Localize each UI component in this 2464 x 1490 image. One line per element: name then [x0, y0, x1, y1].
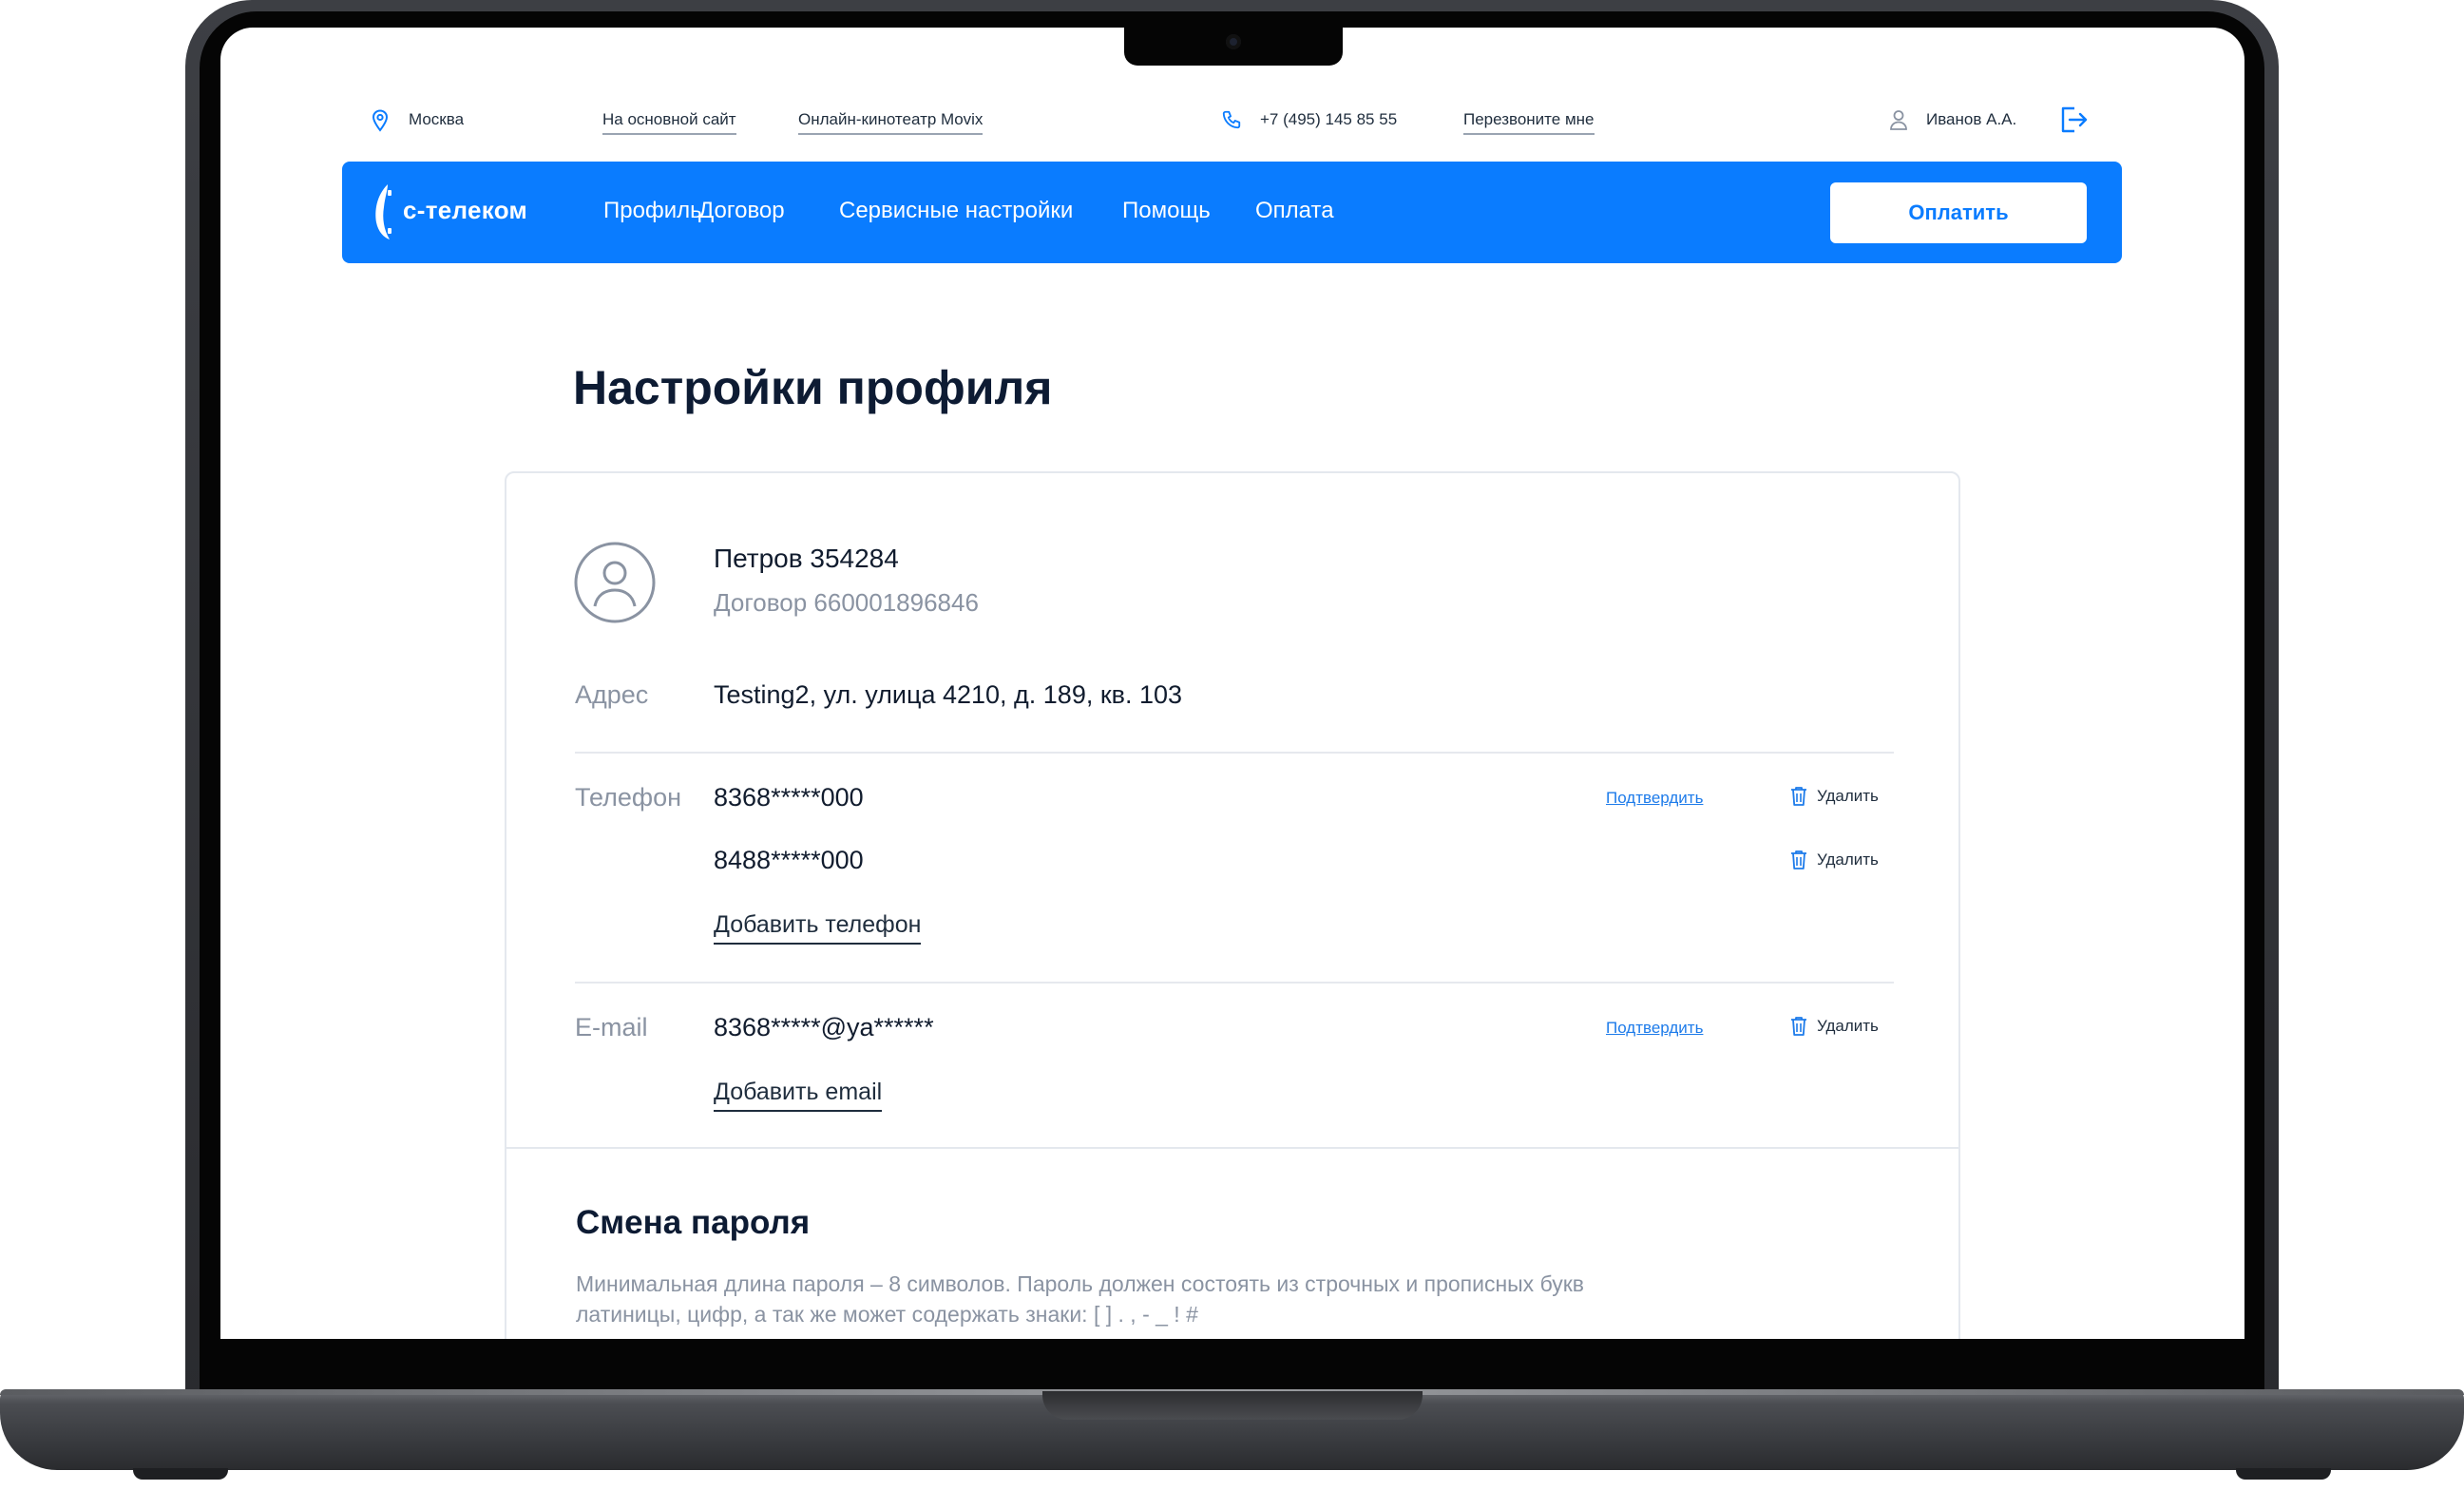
- phone-icon: [1222, 110, 1241, 129]
- trash-icon: [1791, 850, 1806, 869]
- logo-icon: [375, 184, 392, 239]
- divider: [575, 982, 1894, 984]
- divider: [575, 752, 1894, 754]
- delete-label: Удалить: [1817, 787, 1879, 805]
- address-value: Testing2, ул. улица 4210, д. 189, кв. 10…: [714, 680, 1183, 709]
- callback-link[interactable]: Перезвоните мне: [1463, 110, 1595, 135]
- laptop-foot-left: [133, 1468, 228, 1480]
- nav-payment[interactable]: Оплата: [1255, 198, 1334, 224]
- delete-email-button[interactable]: Удалить: [1790, 1016, 1879, 1037]
- main-navbar: с-телеком Профиль Договор Сервисные наст…: [342, 162, 2122, 263]
- user-name[interactable]: Иванов А.А.: [1926, 110, 2016, 129]
- add-phone-link[interactable]: Добавить телефон: [714, 911, 922, 945]
- delete-phone-button-2[interactable]: Удалить: [1790, 850, 1879, 870]
- password-requirements: Минимальная длина пароля – 8 символов. П…: [576, 1271, 1585, 1327]
- logo-text[interactable]: с-телеком: [403, 196, 527, 225]
- section-divider: [505, 1147, 1960, 1149]
- trash-icon: [1791, 787, 1806, 806]
- camera-icon: [1226, 34, 1241, 49]
- city-selector[interactable]: Москва: [409, 110, 464, 129]
- nav-help[interactable]: Помощь: [1122, 198, 1211, 224]
- location-pin-icon: [372, 109, 389, 132]
- laptop-foot-right: [2236, 1468, 2331, 1480]
- email-label: E-mail: [575, 1013, 648, 1041]
- main-site-link[interactable]: На основной сайт: [602, 110, 736, 135]
- phone-value-1: 8368*****000: [714, 783, 864, 812]
- profile-name: Петров 354284: [714, 544, 899, 573]
- confirm-email-link[interactable]: Подтвердить: [1606, 1019, 1703, 1038]
- delete-label: Удалить: [1817, 850, 1879, 869]
- nav-profile[interactable]: Профиль: [603, 198, 702, 224]
- pay-button[interactable]: Оплатить: [1830, 182, 2087, 243]
- nav-service-settings[interactable]: Сервисные настройки: [839, 198, 1073, 224]
- cinema-link[interactable]: Онлайн-кинотеатр Movix: [798, 110, 984, 135]
- delete-phone-button-1[interactable]: Удалить: [1790, 786, 1879, 807]
- phone-label: Телефон: [575, 783, 682, 812]
- laptop-screen: Москва На основной сайт Онлайн-кинотеатр…: [220, 28, 2244, 1339]
- contract-number: Договор 660001896846: [714, 588, 979, 617]
- password-section-title: Смена пароля: [576, 1204, 811, 1241]
- logout-icon[interactable]: [2057, 105, 2088, 135]
- address-label: Адрес: [575, 680, 649, 709]
- phone-value-2: 8488*****000: [714, 846, 864, 874]
- add-email-link[interactable]: Добавить email: [714, 1079, 883, 1112]
- avatar-icon: [574, 542, 656, 623]
- laptop-opening-notch: [1042, 1391, 1423, 1420]
- support-phone[interactable]: +7 (495) 145 85 55: [1260, 110, 1397, 129]
- page-title: Настройки профиля: [573, 361, 1053, 414]
- nav-contract[interactable]: Договор: [698, 198, 785, 224]
- user-icon: [1890, 110, 1907, 130]
- delete-label: Удалить: [1817, 1017, 1879, 1035]
- confirm-phone-link[interactable]: Подтвердить: [1606, 789, 1703, 808]
- trash-icon: [1791, 1017, 1806, 1036]
- email-value: 8368*****@ya******: [714, 1013, 934, 1041]
